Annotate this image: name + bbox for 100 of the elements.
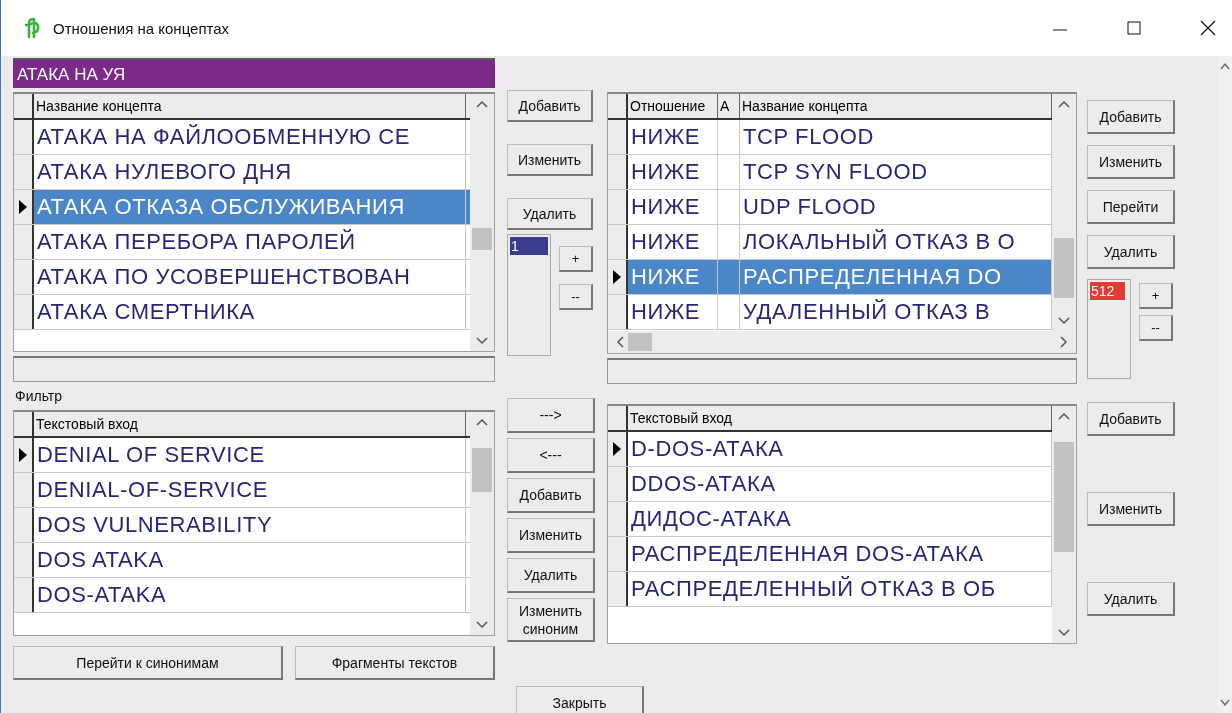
table-cell: DENIAL OF SERVICE (37, 442, 265, 467)
scroll-down-icon[interactable] (1058, 317, 1070, 325)
table-row[interactable]: РАСПРЕДЕЛЕННЫЙ ОТКАЗ В ОБ (608, 572, 1052, 607)
minus-button[interactable]: -- (1139, 315, 1173, 341)
page-scrollbar[interactable] (1218, 56, 1232, 713)
plus-button[interactable]: + (559, 246, 593, 272)
dialog-button[interactable]: Изменить (507, 518, 595, 553)
data-grid[interactable]: Отношение А Название концепта НИЖЕ TCP FLOOD НИЖЕ TCP SYN FLOOD НИЖЕ UDP FLOOD НИЖЕ ЛОКАЛЬНЫЙ ОТКАЗ В О НИЖЕ РАСПРЕДЕЛЕННАЯ DO НИЖЕ УДАЛЕННЫЙ ОТКАЗ В (607, 92, 1077, 354)
table-cell: АТАКА ПЕРЕБОРА ПАРОЛЕЙ (37, 229, 356, 254)
scroll-thumb[interactable] (472, 228, 492, 250)
scroll-thumb[interactable] (472, 448, 492, 492)
table-row[interactable]: АТАКА НУЛЕВОГО ДНЯ (14, 155, 470, 190)
table-row[interactable]: DOS-ATAKA (14, 578, 470, 613)
plus-button[interactable]: + (1139, 283, 1173, 309)
scroll-up-icon[interactable] (476, 418, 488, 426)
list-box[interactable]: 1 (507, 234, 551, 356)
table-row[interactable]: DENIAL-OF-SERVICE (14, 473, 470, 508)
table-cell: АТАКА НА ФАЙЛООБМЕННУЮ СЕ (37, 124, 411, 149)
row-header (14, 260, 34, 294)
dialog-button[interactable]: Удалить (507, 558, 595, 593)
transfer-button[interactable]: <--- (507, 438, 595, 473)
table-row[interactable]: НИЖЕ TCP FLOOD (608, 120, 1052, 155)
column-header[interactable]: Отношение (628, 94, 718, 118)
scroll-down-icon[interactable] (1058, 629, 1070, 637)
table-row[interactable]: АТАКА НА ФАЙЛООБМЕННУЮ СЕ (14, 120, 470, 155)
data-grid[interactable]: Текстовый вход D-DOS-АТАКА DDOS-АТАКА ДИДОС-АТАКА РАСПРЕДЕЛЕННАЯ DOS-АТАКА РАСПРЕДЕЛЕННЫЙ ОТКАЗ В ОБ (607, 404, 1077, 644)
scroll-down-icon[interactable] (1220, 699, 1230, 707)
dialog-button[interactable]: Перейти (1087, 190, 1175, 224)
dialog-button[interactable]: Добавить (507, 90, 593, 122)
scroll-up-icon[interactable] (476, 100, 488, 108)
list-item[interactable]: 512 (1090, 282, 1125, 300)
vertical-scrollbar[interactable] (470, 412, 494, 635)
table-row[interactable]: РАСПРЕДЕЛЕННАЯ DOS-АТАКА (608, 537, 1052, 572)
table-row[interactable]: АТАКА ПО УСОВЕРШЕНСТВОВАН (14, 260, 470, 295)
scroll-right-icon[interactable] (1060, 336, 1068, 348)
scroll-down-icon[interactable] (476, 337, 488, 345)
table-cell: TCP SYN FLOOD (743, 159, 928, 184)
table-cell: АТАКА СМЕРТНИКА (37, 299, 255, 324)
minus-button[interactable]: -- (559, 284, 593, 310)
table-row[interactable]: НИЖЕ TCP SYN FLOOD (608, 155, 1052, 190)
table-row[interactable]: DENIAL OF SERVICE (14, 438, 470, 473)
vertical-scrollbar[interactable] (1052, 406, 1076, 643)
scroll-thumb[interactable] (1054, 238, 1074, 298)
row-header (608, 467, 628, 501)
close-button[interactable]: Закрыть (516, 686, 644, 713)
row-header (14, 473, 34, 507)
table-row[interactable]: АТАКА ПЕРЕБОРА ПАРОЛЕЙ (14, 225, 470, 260)
scroll-up-icon[interactable] (1058, 100, 1070, 108)
data-grid[interactable]: Текстовый вход DENIAL OF SERVICE DENIAL-OF-SERVICE DOS VULNERABILITY DOS ATAKA DOS-ATAKA (13, 410, 495, 636)
table-row[interactable]: DOS ATAKA (14, 543, 470, 578)
transfer-button[interactable]: ---> (507, 398, 595, 433)
scroll-thumb[interactable] (1054, 442, 1074, 552)
vertical-scrollbar[interactable] (470, 94, 494, 351)
column-header[interactable]: А (718, 94, 740, 118)
dialog-button[interactable]: Добавить (1087, 402, 1175, 436)
dialog-button[interactable]: Фрагменты текстов (295, 646, 495, 680)
scroll-thumb[interactable] (628, 333, 652, 351)
dialog-button[interactable]: Удалить (1087, 235, 1175, 269)
dialog-button[interactable]: Добавить (1087, 100, 1175, 134)
row-header (14, 120, 34, 154)
table-row[interactable]: DOS VULNERABILITY (14, 508, 470, 543)
vertical-scrollbar[interactable] (1052, 94, 1076, 331)
row-header (14, 295, 34, 329)
maximize-icon[interactable] (1126, 20, 1142, 36)
table-row[interactable]: НИЖЕ ЛОКАЛЬНЫЙ ОТКАЗ В О (608, 225, 1052, 260)
table-cell: НИЖЕ (631, 159, 701, 184)
table-cell: ЛОКАЛЬНЫЙ ОТКАЗ В О (743, 229, 1016, 254)
close-icon[interactable] (1200, 20, 1216, 36)
table-row[interactable]: НИЖЕ РАСПРЕДЕЛЕННАЯ DO (608, 260, 1052, 295)
dialog-button[interactable]: Добавить (507, 478, 595, 513)
dialog-button[interactable]: Изменить синоним (507, 598, 595, 642)
table-row[interactable]: НИЖЕ UDP FLOOD (608, 190, 1052, 225)
dialog-button[interactable]: Изменить (507, 144, 593, 176)
list-item[interactable]: 1 (510, 237, 548, 255)
row-header (14, 543, 34, 577)
table-cell: TCP FLOOD (743, 124, 874, 149)
dialog-button[interactable]: Перейти к синонимам (13, 646, 283, 680)
horizontal-scrollbar[interactable] (608, 331, 1076, 353)
dialog-button[interactable]: Изменить (1087, 492, 1175, 526)
scroll-up-icon[interactable] (1220, 62, 1230, 70)
row-header (608, 190, 628, 224)
table-row[interactable]: АТАКА СМЕРТНИКА (14, 295, 470, 330)
table-row[interactable]: АТАКА ОТКАЗА ОБСЛУЖИВАНИЯ (14, 190, 470, 225)
table-row[interactable]: ДИДОС-АТАКА (608, 502, 1052, 537)
table-row[interactable]: НИЖЕ УДАЛЕННЫЙ ОТКАЗ В (608, 295, 1052, 330)
table-row[interactable]: D-DOS-АТАКА (608, 432, 1052, 467)
scroll-up-icon[interactable] (1058, 412, 1070, 420)
dialog-button[interactable]: Изменить (1087, 145, 1175, 179)
table-cell: АТАКА НУЛЕВОГО ДНЯ (37, 159, 292, 184)
table-row[interactable]: DDOS-АТАКА (608, 467, 1052, 502)
scroll-left-icon[interactable] (616, 336, 624, 348)
list-box[interactable]: 512 (1087, 279, 1131, 379)
table-cell: НИЖЕ (631, 229, 701, 254)
row-header (608, 225, 628, 259)
table-cell: РАСПРЕДЕЛЕННАЯ DO (743, 264, 1002, 289)
data-grid[interactable]: Название концепта АТАКА НА ФАЙЛООБМЕННУЮ СЕ АТАКА НУЛЕВОГО ДНЯ АТАКА ОТКАЗА ОБСЛУЖИВАНИЯ АТАКА ПЕРЕБОРА ПАРОЛЕЙ АТАКА ПО УСОВЕРШЕНСТВОВАН АТАКА СМЕРТНИКА (13, 92, 495, 352)
scroll-down-icon[interactable] (476, 621, 488, 629)
dialog-button[interactable]: Удалить (1087, 582, 1175, 616)
dialog-button[interactable]: Удалить (507, 198, 593, 230)
table-cell: DENIAL-OF-SERVICE (37, 477, 269, 502)
